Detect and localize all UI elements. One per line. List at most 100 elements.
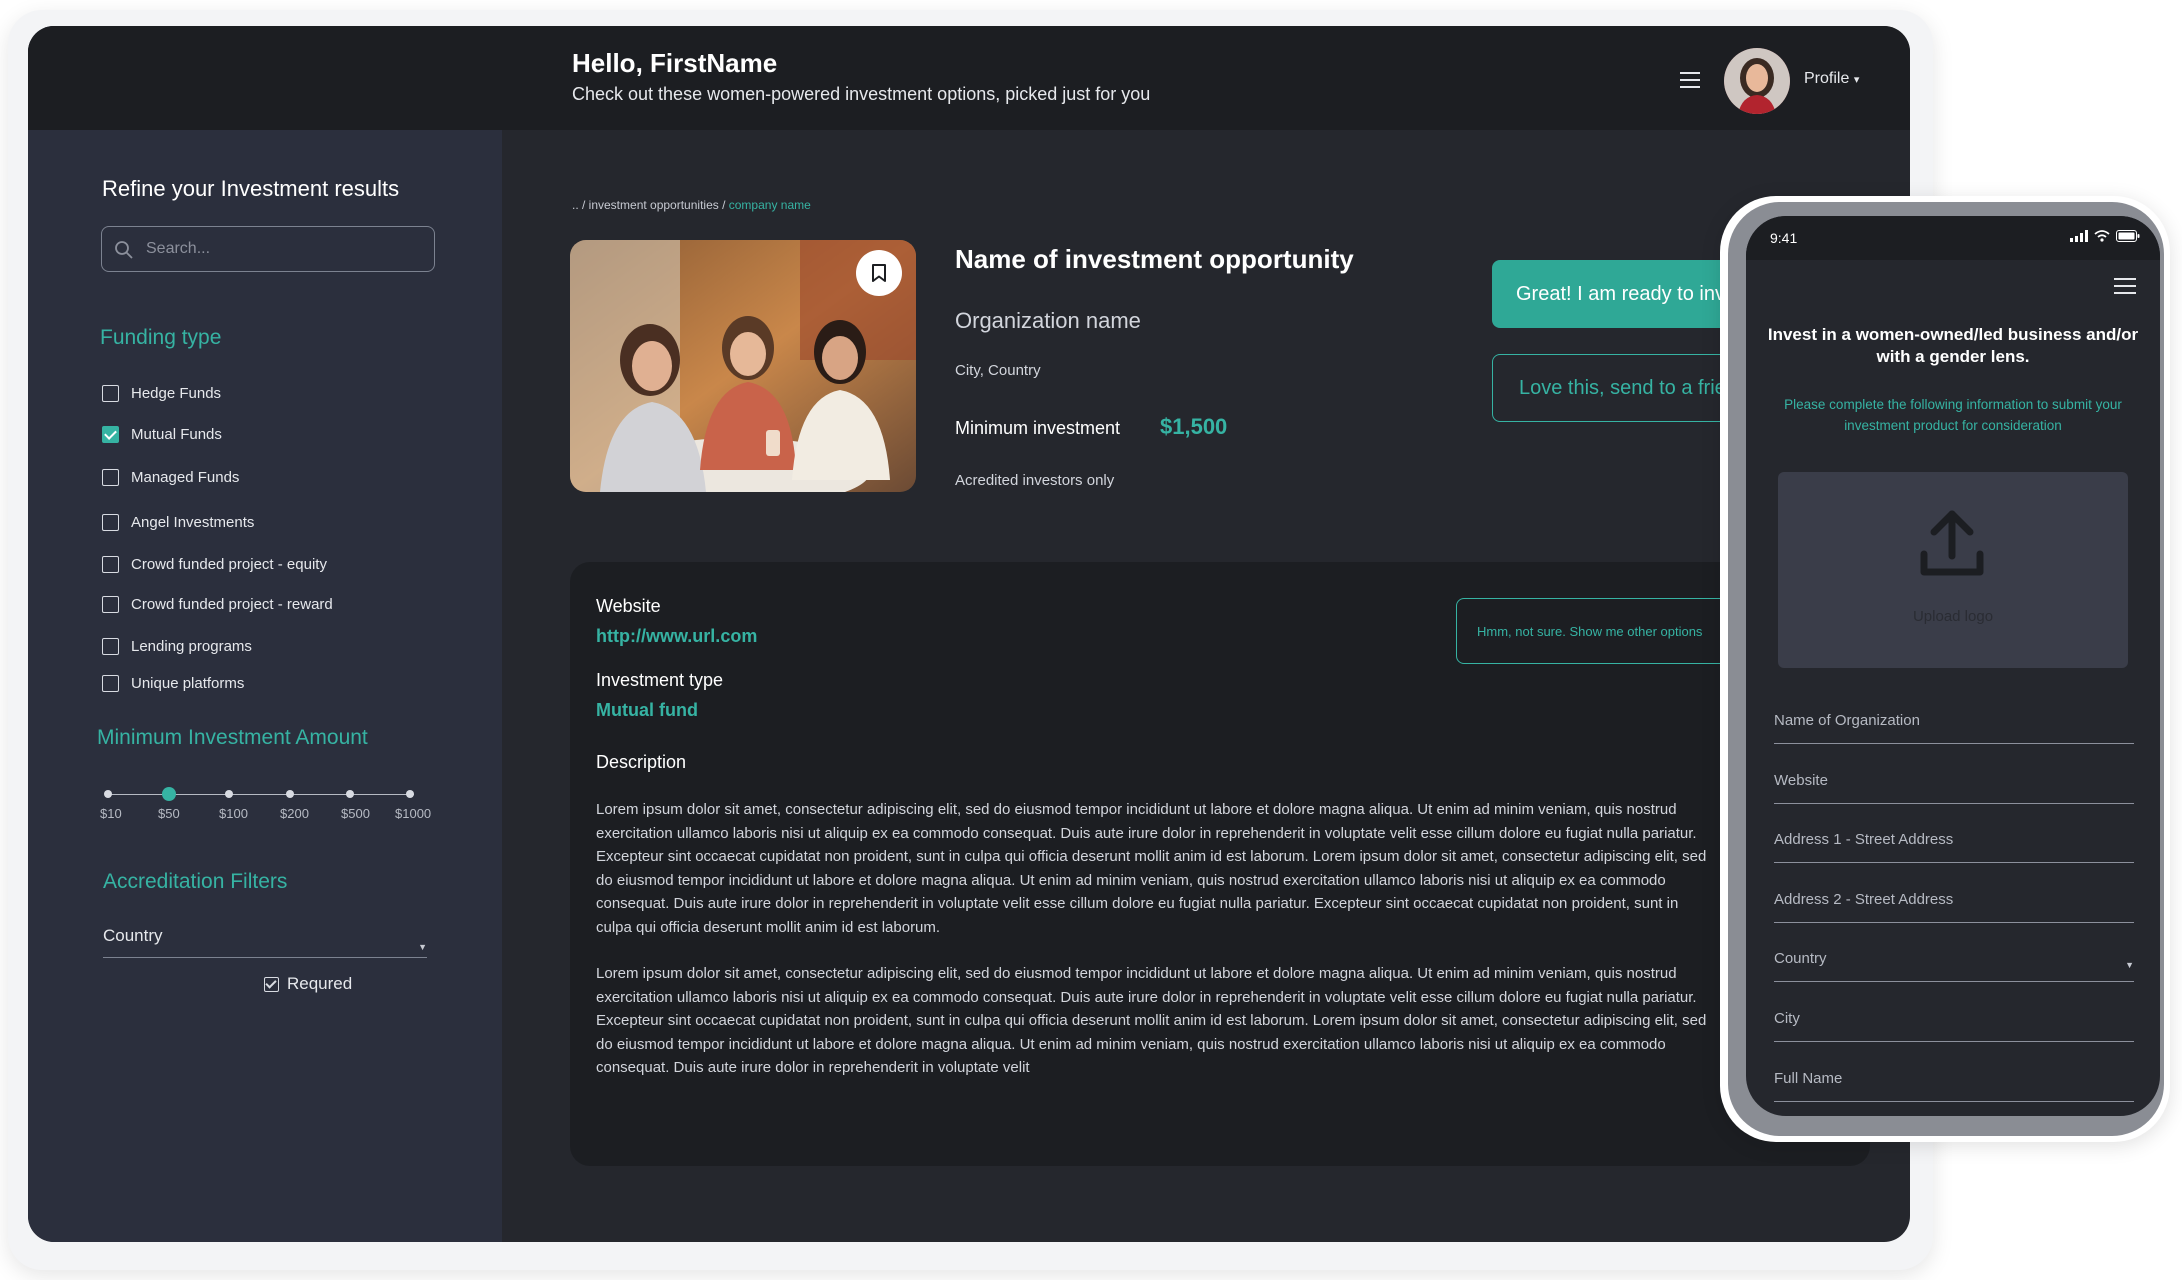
checkbox-label: Unique platforms [131,674,245,692]
slider-label: $10 [100,806,122,821]
investment-type-value: Mutual fund [596,700,698,720]
bookmark-button[interactable] [856,250,902,296]
chevron-down-icon: ▼ [418,942,427,952]
filter-lending-programs[interactable]: Lending programs [102,635,252,657]
investment-type-label: Investment type [596,670,724,690]
country-select[interactable]: Country ▼ [103,926,427,958]
breadcrumb-path[interactable]: .. / investment opportunities / [572,198,729,212]
filter-crowd-reward[interactable]: Crowd funded project - reward [102,593,333,615]
country-select-label: Country [103,926,163,945]
org-name-field[interactable]: Name of Organization [1774,712,2134,744]
checkbox[interactable] [102,384,119,402]
slider-label: $500 [341,806,370,821]
checkbox[interactable] [102,513,119,531]
avatar-image [1724,48,1790,114]
slider-track [108,794,414,795]
description-paragraph: Lorem ipsum dolor sit amet, consectetur … [596,965,1707,1076]
city-field[interactable]: City [1774,1010,2134,1042]
website-label: Website [596,596,661,616]
chevron-down-icon: ▾ [1853,74,1860,86]
checkbox-checked[interactable] [102,425,119,443]
checkbox[interactable] [102,468,119,486]
greeting-subtitle: Check out these women-powered investment… [572,84,1151,104]
accreditation-title: Accreditation Filters [103,870,288,893]
min-investment-value: $1,500 [1160,414,1228,439]
upload-logo-label: Upload logo [1912,608,1994,625]
filter-unique-platforms[interactable]: Unique platforms [102,672,244,694]
profile-menu[interactable]: Profile ▾ [1804,70,1859,88]
opportunity-photo [570,240,916,492]
search-icon [115,241,133,259]
checkbox-label: Lending programs [131,637,252,655]
slider-handle[interactable] [162,787,176,801]
sidebar-header-strip [28,26,502,130]
checkbox[interactable] [102,555,119,573]
required-toggle[interactable]: Requred [264,974,352,994]
page-header: Hello, FirstName Check out these women-p… [502,26,1910,130]
wifi-icon [2094,230,2110,242]
slider-label: $1000 [395,806,432,821]
upload-logo-dropzone[interactable]: Upload logo [1778,472,2128,668]
country-field[interactable]: Country ▼ [1774,950,2134,982]
avatar[interactable] [1724,48,1790,114]
filter-angel-investments[interactable]: Angel Investments [102,511,254,533]
phone-instructions: Please complete the following informatio… [1784,397,2122,433]
refine-title: Refine your Investment results [102,176,400,201]
slider-stop[interactable] [104,790,112,798]
filter-crowd-equity[interactable]: Crowd funded project - equity [102,553,327,575]
greeting-title: Hello, FirstName [572,48,778,78]
description-label: Description [596,752,687,772]
min-investment-title: Minimum Investment Amount [97,726,368,749]
required-checkbox[interactable] [264,976,279,992]
mobile-app: 9:41 Invest in a women-owned/led busines… [1746,216,2160,1116]
filter-managed-funds[interactable]: Managed Funds [102,466,239,488]
checkbox[interactable] [102,595,119,613]
website-field[interactable]: Website [1774,772,2134,804]
upload-icon [1920,510,1984,576]
description-paragraph: Lorem ipsum dolor sit amet, consectetur … [596,801,1707,936]
filter-sidebar [28,26,502,1242]
filter-mutual-funds[interactable]: Mutual Funds [102,423,222,445]
slider-label: $50 [158,806,180,821]
address2-field[interactable]: Address 2 - Street Address [1774,891,2134,923]
website-link[interactable]: http://www.url.com [596,626,757,647]
full-name-field[interactable]: Full Name [1774,1070,2134,1102]
slider-stop[interactable] [225,790,233,798]
checkbox-label: Hedge Funds [131,384,222,402]
slider-label: $100 [219,806,248,821]
breadcrumb: .. / investment opportunities / company … [572,198,811,212]
detail-card: Website http://www.url.com Hmm, not sure… [570,562,1870,1166]
slider-label: $200 [280,806,309,821]
checkbox[interactable] [102,674,119,692]
status-time: 9:41 [1770,230,1798,246]
battery-icon [2116,230,2140,242]
filter-hedge-funds[interactable]: Hedge Funds [102,382,221,404]
required-label: Requred [287,974,353,993]
slider-stop[interactable] [286,790,294,798]
funding-type-title: Funding type [100,326,222,349]
min-investment-slider[interactable] [104,786,414,802]
checkbox-label: Managed Funds [131,468,240,486]
phone-status-bar: 9:41 [1746,216,2160,260]
chevron-down-icon: ▼ [2125,960,2134,970]
search-input[interactable] [146,235,416,263]
profile-label: Profile [1804,70,1850,87]
checkbox-label: Mutual Funds [131,425,222,443]
phone-headline: Invest in a women-owned/led business and… [1767,325,2139,366]
bookmark-icon [872,264,886,282]
country-field-label: Country [1774,950,1827,967]
breadcrumb-current: company name [728,198,811,212]
menu-icon[interactable] [2114,278,2136,294]
min-investment-label: Minimum investment [955,418,1121,438]
checkbox[interactable] [102,637,119,655]
opportunity-title: Name of investment opportunity [955,244,1354,274]
desktop-app: Hello, FirstName Check out these women-p… [28,26,1910,1242]
signal-icon [2070,230,2088,242]
slider-stop[interactable] [406,790,414,798]
address1-field[interactable]: Address 1 - Street Address [1774,831,2134,863]
search-box[interactable] [101,226,435,272]
menu-icon[interactable] [1680,72,1700,88]
checkbox-label: Crowd funded project - reward [131,595,333,613]
organization-name: Organization name [955,308,1141,333]
slider-stop[interactable] [346,790,354,798]
